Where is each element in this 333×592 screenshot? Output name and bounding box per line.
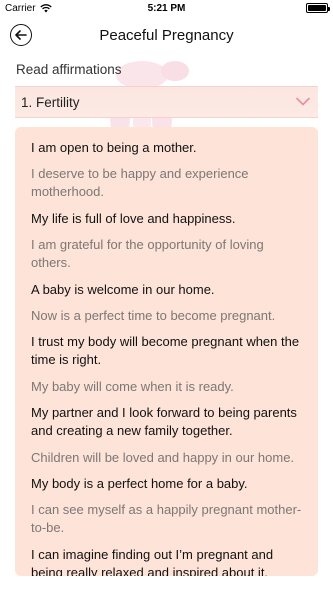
category-selected-label: 1. Fertility bbox=[21, 95, 80, 110]
affirmation-item: A baby is welcome in our home. bbox=[31, 281, 215, 297]
affirmation-item: My life is full of love and happiness. bbox=[31, 210, 236, 226]
affirmation-item: I am grateful for the opportunity of lov… bbox=[31, 237, 264, 271]
affirmation-item: I can see myself as a happily pregnant m… bbox=[31, 502, 302, 536]
chevron-down-icon[interactable] bbox=[296, 97, 310, 106]
nav-bar: Peaceful Pregnancy bbox=[0, 18, 333, 54]
status-time: 5:21 PM bbox=[147, 3, 186, 14]
battery-icon bbox=[306, 3, 330, 13]
affirmation-item: My body is a perfect home for a baby. bbox=[31, 475, 248, 491]
status-bar: Carrier 5:21 PM bbox=[0, 0, 333, 18]
affirmation-item: My baby will come when it is ready. bbox=[31, 378, 234, 394]
affirmations-list[interactable]: I am open to being a mother. I deserve t… bbox=[15, 127, 318, 576]
affirmation-item: I can imagine finding out I’m pregnant a… bbox=[31, 546, 274, 576]
category-dropdown[interactable]: 1. Fertility bbox=[15, 86, 318, 118]
affirmation-item: My partner and I look forward to being p… bbox=[31, 405, 297, 439]
affirmation-item: I trust my body will become pregnant whe… bbox=[31, 334, 300, 368]
affirmation-item: Now is a perfect time to become pregnant… bbox=[31, 307, 276, 323]
affirmation-item: I deserve to be happy and experience mot… bbox=[31, 166, 249, 200]
section-label: Read affirmations bbox=[16, 62, 122, 77]
affirmation-item: I am open to being a mother. bbox=[31, 140, 197, 155]
page-title: Peaceful Pregnancy bbox=[99, 27, 234, 44]
affirmation-item: Children will be loved and happy in our … bbox=[31, 449, 295, 465]
status-right bbox=[306, 3, 330, 13]
